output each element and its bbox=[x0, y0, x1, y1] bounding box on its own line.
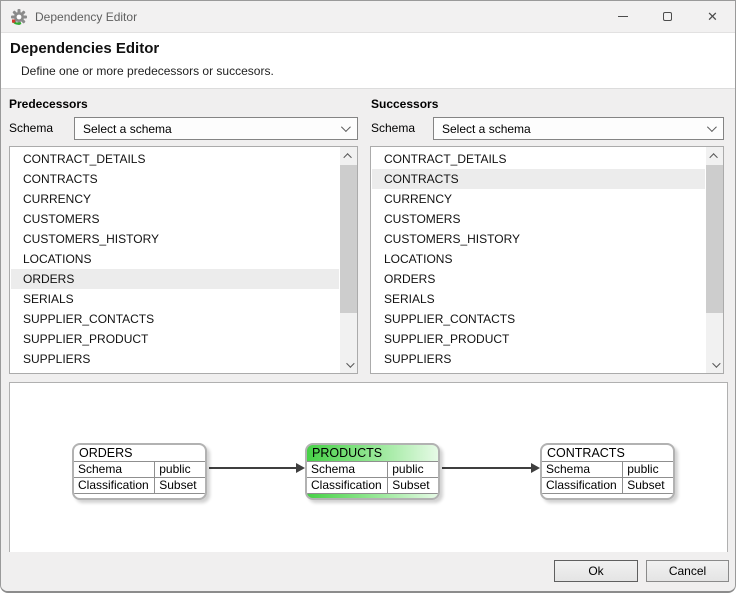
scroll-down-icon[interactable] bbox=[340, 356, 357, 373]
arrow-orders-to-products bbox=[209, 463, 305, 473]
node-property-label: Classification bbox=[542, 478, 624, 493]
node-property-label: Schema bbox=[307, 462, 389, 477]
diagram-node-products[interactable]: PRODUCTS Schema public Classification Subse… bbox=[305, 443, 440, 500]
predecessors-scrollbar[interactable] bbox=[340, 147, 357, 373]
node-property-label: Schema bbox=[542, 462, 624, 477]
node-property-row: Classification Subset bbox=[307, 478, 438, 494]
list-item[interactable]: SERIALS bbox=[11, 289, 339, 309]
dependency-editor-window: Dependency Editor ✕ Dependencies Editor … bbox=[0, 0, 736, 593]
predecessors-schema-select[interactable]: Select a schema bbox=[74, 117, 358, 140]
node-title: CONTRACTS bbox=[542, 445, 673, 462]
list-item[interactable]: ORDERS bbox=[372, 269, 705, 289]
node-rows: Schema public Classification Subset bbox=[74, 462, 205, 494]
node-property-value: public bbox=[159, 462, 191, 476]
page-title: Dependencies Editor bbox=[10, 40, 160, 57]
dialog-header: Dependencies Editor Define one or more p… bbox=[1, 33, 735, 89]
arrow-products-to-contracts bbox=[442, 463, 540, 473]
scroll-up-icon[interactable] bbox=[340, 147, 357, 164]
node-property-row: Classification Subset bbox=[542, 478, 673, 494]
node-title: PRODUCTS bbox=[307, 445, 438, 462]
successors-schema-label: Schema bbox=[371, 121, 416, 135]
cancel-button[interactable]: Cancel bbox=[646, 560, 729, 582]
list-item[interactable]: LOCATIONS bbox=[372, 249, 705, 269]
ok-button[interactable]: Ok bbox=[554, 560, 638, 582]
successors-schema-value: Select a schema bbox=[442, 121, 531, 136]
list-item[interactable]: SUPPLIERS bbox=[11, 349, 339, 369]
diagram-node-orders[interactable]: ORDERS Schema public Classification Subset bbox=[72, 443, 207, 500]
scrollbar-thumb[interactable] bbox=[706, 165, 723, 313]
list-item[interactable]: SUPPLIER_CONTACTS bbox=[372, 309, 705, 329]
node-property-row: Classification Subset bbox=[74, 478, 205, 494]
app-gear-icon bbox=[11, 8, 27, 25]
chevron-down-icon bbox=[340, 122, 351, 133]
list-item[interactable]: CURRENCY bbox=[372, 189, 705, 209]
node-rows: Schema public Classification Subset bbox=[307, 462, 438, 494]
list-item[interactable]: CURRENCY bbox=[11, 189, 339, 209]
node-rows: Schema public Classification Subset bbox=[542, 462, 673, 494]
dependency-diagram-panel: ORDERS Schema public Classification Subset … bbox=[9, 382, 728, 554]
node-property-label: Schema bbox=[74, 462, 156, 477]
list-item[interactable]: CONTRACT_DETAILS bbox=[11, 149, 339, 169]
close-button[interactable]: ✕ bbox=[690, 1, 735, 32]
node-property-value: Subset bbox=[159, 478, 197, 492]
list-item[interactable]: CONTRACTS bbox=[372, 169, 705, 189]
page-subtitle: Define one or more predecessors or succe… bbox=[21, 64, 274, 78]
scrollbar-thumb[interactable] bbox=[340, 165, 357, 313]
minimize-button[interactable] bbox=[600, 1, 645, 32]
scroll-up-icon[interactable] bbox=[706, 147, 723, 164]
node-property-value: Subset bbox=[392, 478, 430, 492]
predecessors-list-items: CONTRACT_DETAILS CONTRACTS CURRENCY CUSTOME… bbox=[11, 149, 339, 372]
successors-schema-select[interactable]: Select a schema bbox=[433, 117, 724, 140]
list-item[interactable]: SERIALS bbox=[372, 289, 705, 309]
list-item[interactable]: SUPPLIER_PRODUCT bbox=[11, 329, 339, 349]
diagram-node-contracts[interactable]: CONTRACTS Schema public Classification Subs… bbox=[540, 443, 675, 500]
list-item[interactable]: ORDERS bbox=[11, 269, 339, 289]
list-item[interactable]: CUSTOMERS bbox=[372, 209, 705, 229]
chevron-down-icon bbox=[706, 122, 717, 133]
node-property-row: Schema public bbox=[74, 462, 205, 478]
successors-list[interactable]: CONTRACT_DETAILS CONTRACTS CURRENCY CUSTOME… bbox=[370, 146, 724, 374]
minimize-icon bbox=[617, 16, 628, 17]
node-property-value: Subset bbox=[627, 478, 665, 492]
predecessors-schema-label: Schema bbox=[9, 121, 54, 135]
dialog-footer: Ok Cancel bbox=[1, 552, 735, 591]
predecessors-list[interactable]: CONTRACT_DETAILS CONTRACTS CURRENCY CUSTOME… bbox=[9, 146, 358, 374]
successors-list-items: CONTRACT_DETAILS CONTRACTS CURRENCY CUSTOME… bbox=[372, 149, 705, 372]
list-item[interactable]: LOCATIONS bbox=[11, 249, 339, 269]
node-title: ORDERS bbox=[74, 445, 205, 462]
main-area: Predecessors Schema Select a schema CONT… bbox=[1, 90, 735, 554]
list-item[interactable]: CUSTOMERS bbox=[11, 209, 339, 229]
list-item[interactable]: CONTRACT_DETAILS bbox=[372, 149, 705, 169]
maximize-icon bbox=[663, 12, 672, 21]
node-property-row: Schema public bbox=[307, 462, 438, 478]
node-property-row: Schema public bbox=[542, 462, 673, 478]
list-item[interactable]: SUPPLIERS bbox=[372, 349, 705, 369]
maximize-button[interactable] bbox=[645, 1, 690, 32]
successors-label: Successors bbox=[371, 97, 439, 111]
predecessors-schema-value: Select a schema bbox=[83, 121, 172, 136]
list-item[interactable]: CUSTOMERS_HISTORY bbox=[11, 229, 339, 249]
node-property-label: Classification bbox=[74, 478, 156, 493]
scroll-down-icon[interactable] bbox=[706, 356, 723, 373]
list-item[interactable]: SUPPLIER_PRODUCT bbox=[372, 329, 705, 349]
node-property-label: Classification bbox=[307, 478, 389, 493]
close-icon: ✕ bbox=[707, 9, 718, 24]
window-controls: ✕ bbox=[600, 1, 735, 32]
window-title: Dependency Editor bbox=[35, 9, 138, 24]
predecessors-label: Predecessors bbox=[9, 97, 88, 111]
node-property-value: public bbox=[392, 462, 424, 476]
list-item[interactable]: CONTRACTS bbox=[11, 169, 339, 189]
successors-scrollbar[interactable] bbox=[706, 147, 723, 373]
node-property-value: public bbox=[627, 462, 659, 476]
list-item[interactable]: SUPPLIER_CONTACTS bbox=[11, 309, 339, 329]
list-item[interactable]: CUSTOMERS_HISTORY bbox=[372, 229, 705, 249]
title-bar: Dependency Editor ✕ bbox=[1, 1, 735, 33]
